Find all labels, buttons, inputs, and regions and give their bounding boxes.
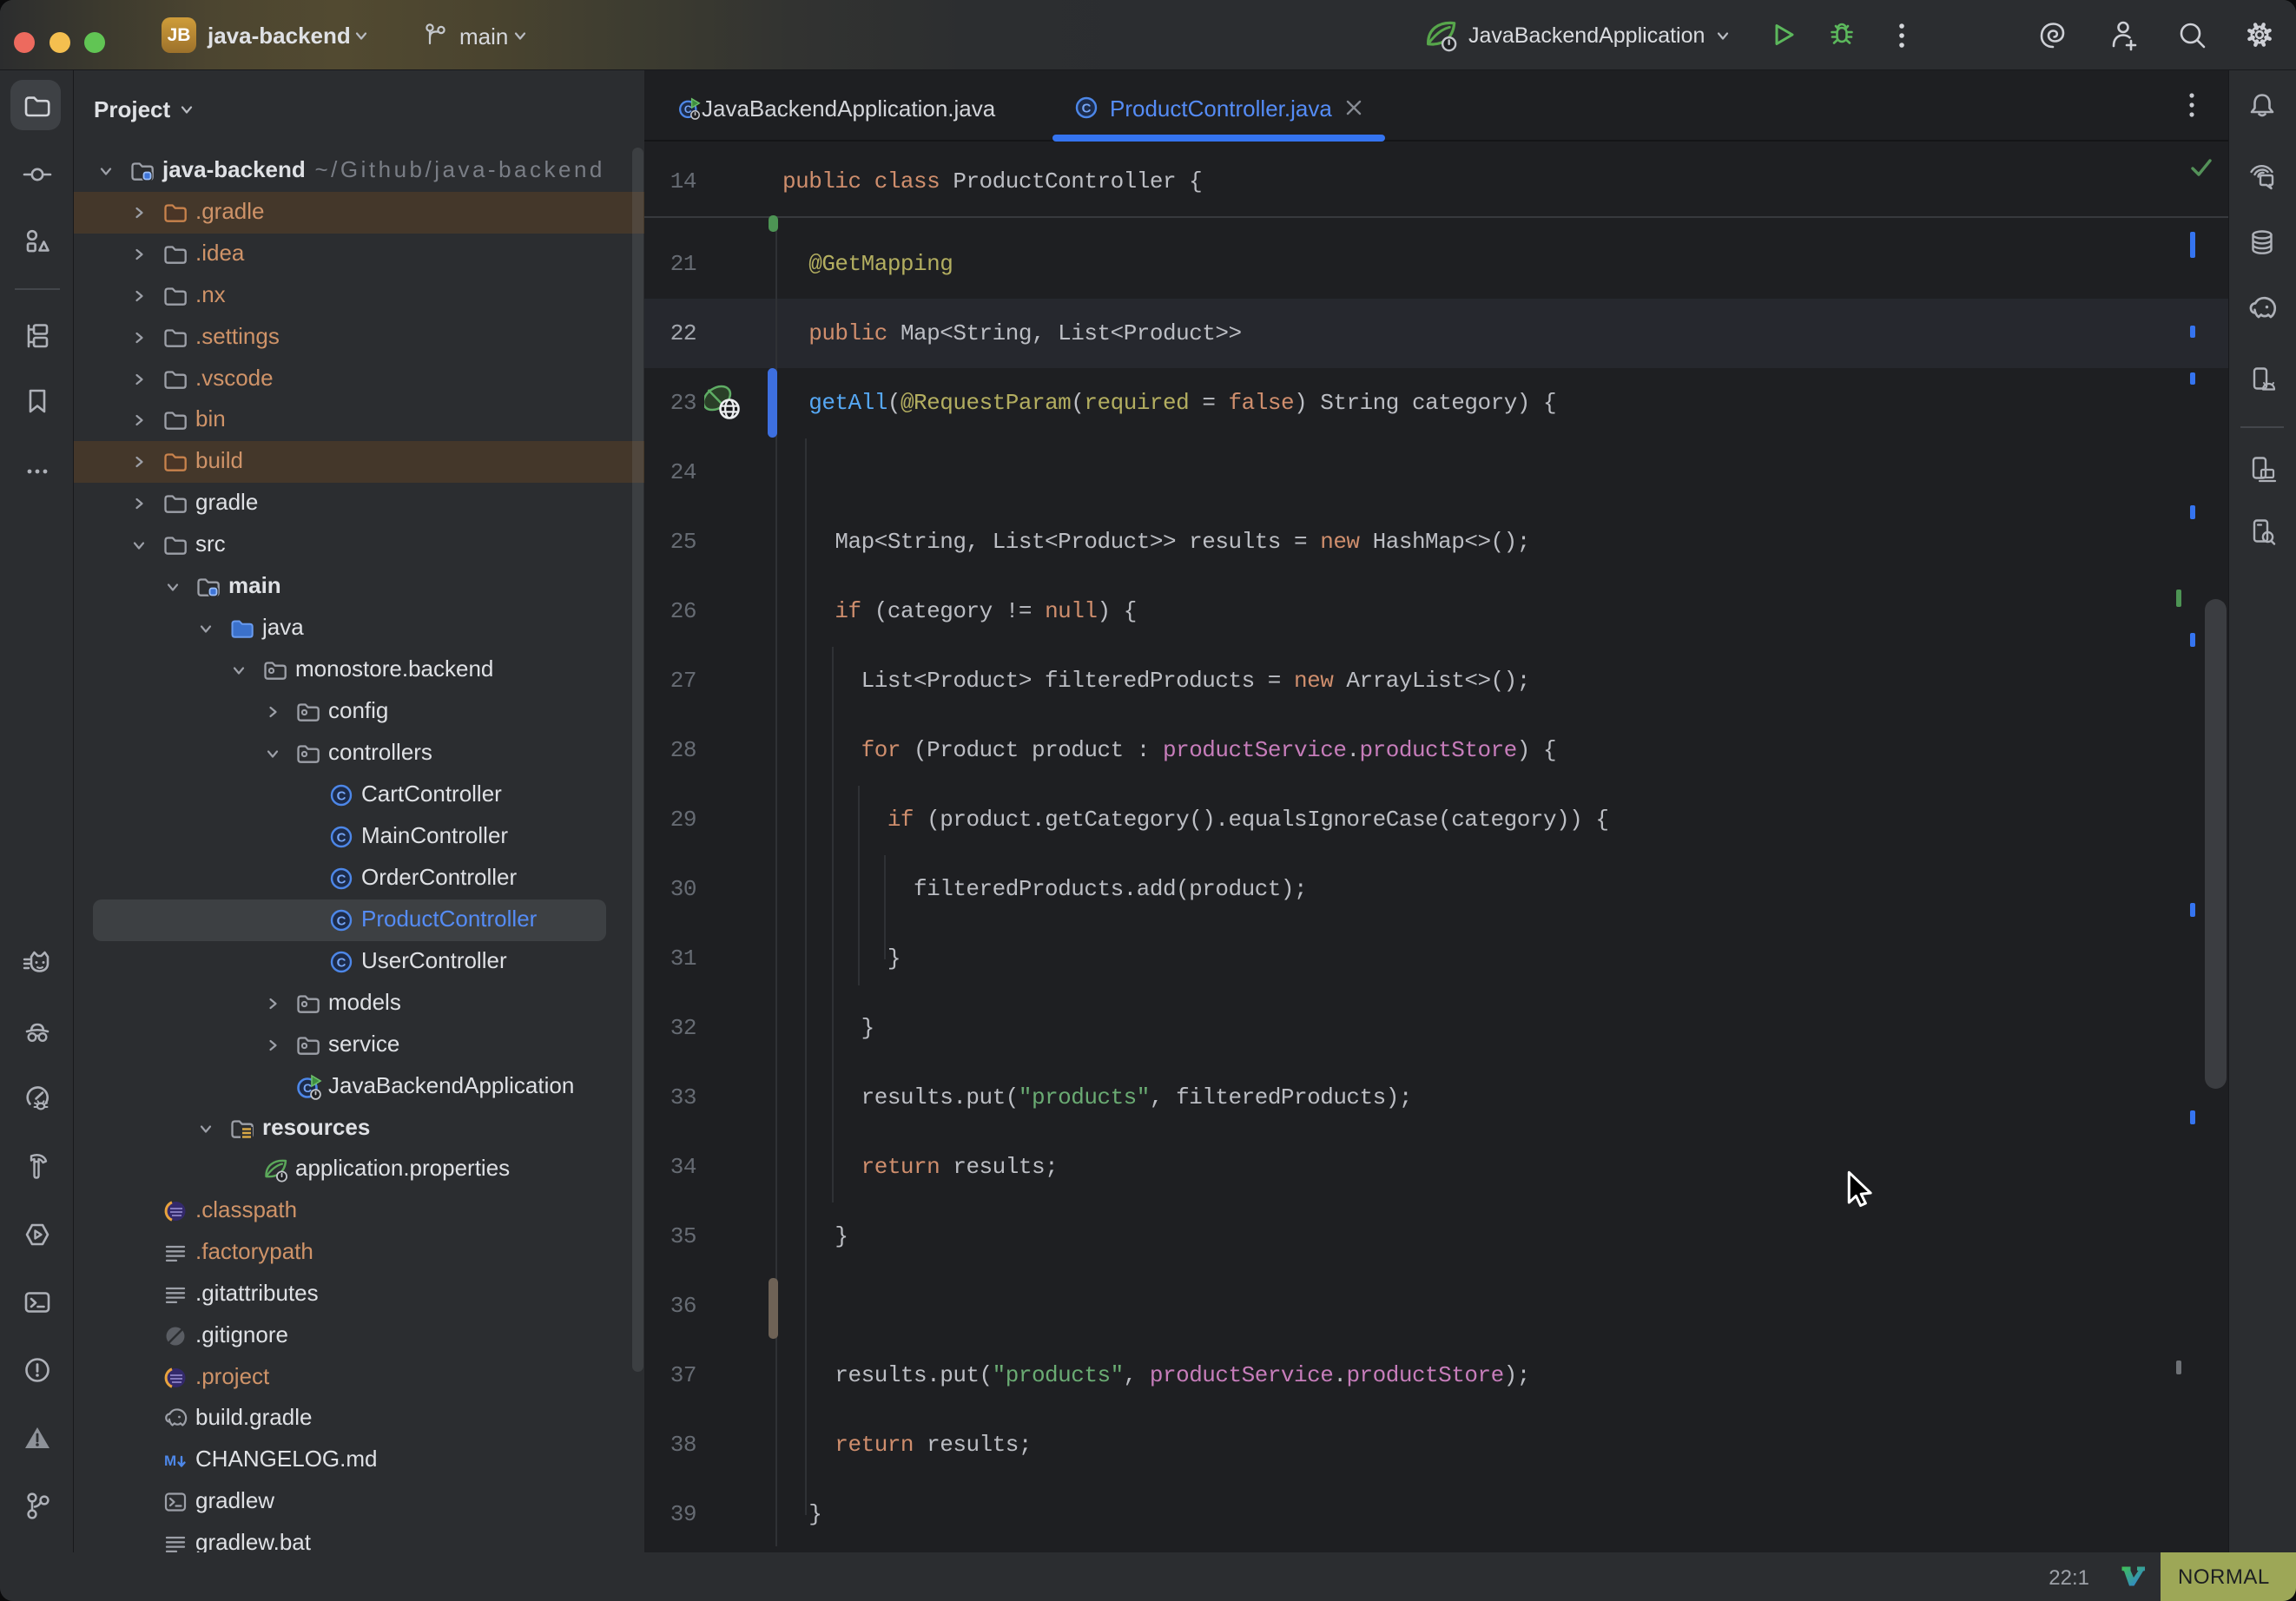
svg-text:C: C (337, 914, 346, 929)
svg-text:C: C (1082, 102, 1092, 116)
svg-text:M: M (164, 1453, 176, 1469)
svg-text:C: C (337, 873, 346, 887)
svg-text:C: C (337, 789, 346, 804)
svg-text:C: C (337, 956, 346, 971)
svg-text:C: C (337, 831, 346, 846)
